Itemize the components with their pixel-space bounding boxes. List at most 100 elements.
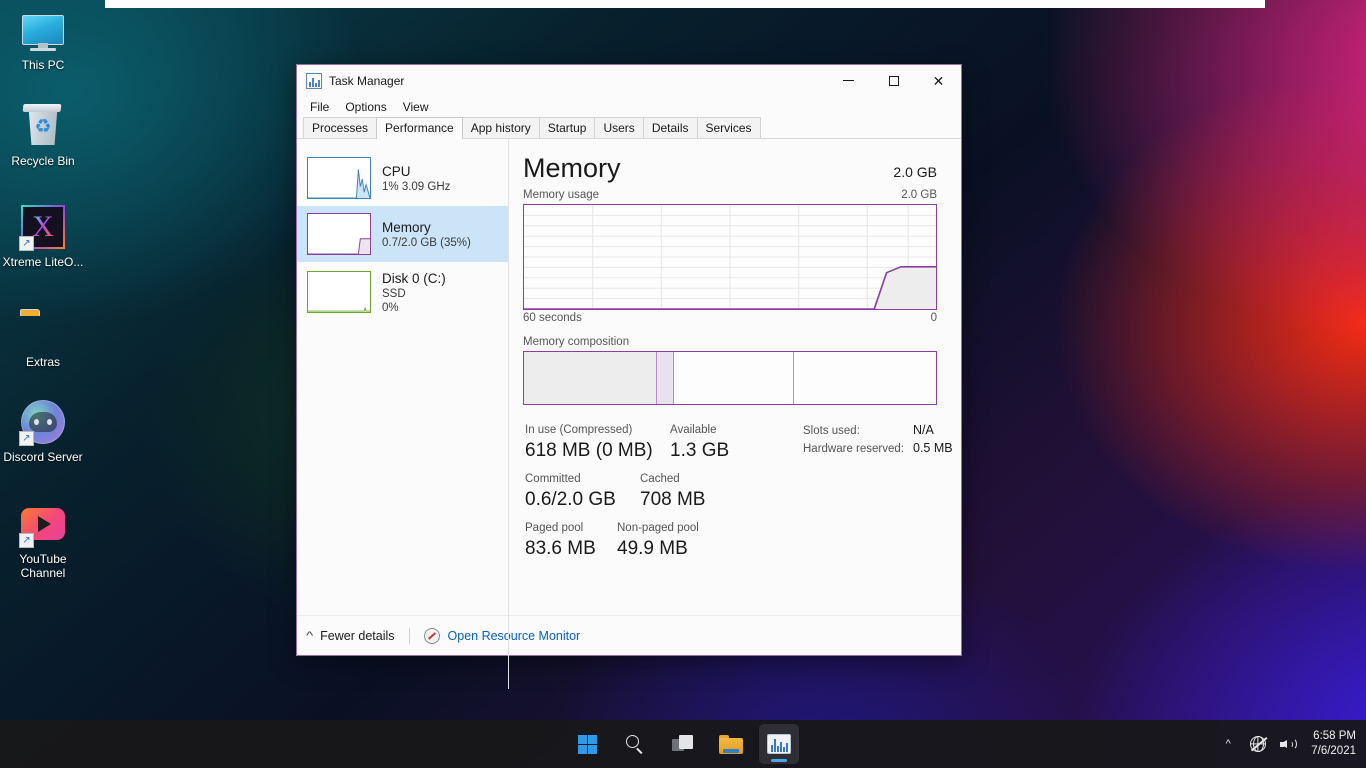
menu-bar[interactable]: File Options View [297, 96, 961, 117]
task-manager-window[interactable]: Task Manager ✕ File Options View Process… [296, 64, 962, 689]
desktop-icon-this-pc[interactable]: This PC [0, 6, 86, 72]
desktop-icon-label: Recycle Bin [11, 154, 75, 168]
desktop-icon-recycle-bin[interactable]: ♻ Recycle Bin [0, 102, 86, 168]
stat-value: 708 MB [640, 489, 706, 510]
start-button[interactable] [567, 724, 607, 764]
graph-caption-right: 2.0 GB [901, 189, 937, 201]
desktop-icon-label: Extras [25, 355, 60, 369]
memory-statistics: In use (Compressed) 618 MB (0 MB) Availa… [523, 423, 953, 561]
title-bar[interactable]: Task Manager ✕ [297, 65, 961, 96]
task-manager-icon [767, 734, 791, 754]
disk-thumbnail-graph [307, 271, 371, 313]
stat-non-paged-pool: Non-paged pool 49.9 MB [617, 521, 699, 561]
tab-services[interactable]: Services [696, 117, 761, 138]
file-explorer-button[interactable] [711, 724, 751, 764]
search-button[interactable] [615, 724, 655, 764]
stat-label: Paged pool [525, 522, 584, 534]
task-manager-icon [306, 72, 322, 89]
resource-monitor-icon [423, 627, 440, 644]
sidebar-item-title: Disk 0 (C:) [382, 270, 446, 286]
chevron-up-icon: ^ [1225, 738, 1231, 750]
xtreme-liteos-icon: X ↗ [19, 203, 67, 251]
task-view-icon [672, 735, 694, 753]
desktop-icon-xtreme-liteos[interactable]: X ↗ Xtreme LiteO... [0, 203, 86, 269]
network-disconnected-icon [1250, 736, 1268, 752]
recycle-bin-icon: ♻ [19, 102, 67, 150]
taskbar[interactable]: ^ 6:58 PM 7/6/2021 [0, 720, 1366, 768]
open-resource-monitor-link[interactable]: Open Resource Monitor [448, 629, 581, 643]
tab-processes[interactable]: Processes [303, 117, 378, 138]
slot-row-slots-used: Slots used: N/A [803, 423, 1013, 437]
tab-startup[interactable]: Startup [538, 117, 596, 138]
clock[interactable]: 6:58 PM 7/6/2021 [1311, 729, 1356, 759]
stat-label: Available [670, 424, 717, 436]
desktop-icon-label: YouTube Channel [19, 552, 67, 580]
task-view-button[interactable] [663, 724, 703, 764]
stat-label: Non-paged pool [617, 522, 699, 534]
tab-users[interactable]: Users [594, 117, 644, 138]
slot-value: 0.5 MB [913, 441, 953, 455]
memory-total: 2.0 GB [893, 164, 937, 180]
desktop-icon-label: Discord Server [3, 450, 83, 464]
page-title: Memory [523, 153, 621, 183]
graph-axis-right: 0 [930, 312, 937, 324]
desktop-icon-discord-server[interactable]: ↗ Discord Server [0, 398, 86, 464]
memory-thumbnail-graph [307, 213, 371, 255]
sidebar-item-subtitle-2: 0% [382, 301, 399, 314]
stat-cached: Cached 708 MB [640, 472, 705, 512]
memory-panel: Memory 2.0 GB Memory usage 2.0 GB 60 sec… [509, 139, 961, 615]
stat-committed: Committed 0.6/2.0 GB [525, 472, 640, 512]
menu-options[interactable]: Options [338, 98, 393, 116]
panel-divider [508, 519, 509, 689]
sidebar-item-title: CPU [382, 163, 411, 179]
tab-app-history[interactable]: App history [461, 117, 540, 138]
footer-bar: ^ Fewer details Open Resource Monitor [297, 615, 961, 655]
resource-list[interactable]: CPU 1% 3.09 GHz Memory 0.7/2.0 GB (35%) [297, 139, 509, 615]
close-button[interactable]: ✕ [916, 65, 961, 96]
system-tray[interactable]: ^ 6:58 PM 7/6/2021 [1213, 720, 1366, 768]
slot-row-hardware-reserved: Hardware reserved: 0.5 MB [803, 441, 1013, 455]
cpu-thumbnail-graph [307, 157, 371, 199]
desktop-icon-youtube-channel[interactable]: ↗ YouTube Channel [0, 500, 86, 580]
tab-strip[interactable]: Processes Performance App history Startu… [297, 117, 961, 139]
speaker-icon [1279, 737, 1297, 752]
network-button[interactable] [1243, 724, 1273, 764]
desktop-icon-extras[interactable]: Extras [0, 303, 86, 369]
computer-icon [19, 6, 67, 54]
fewer-details-button[interactable]: Fewer details [320, 629, 394, 643]
sidebar-item-subtitle: SSD [382, 287, 406, 300]
discord-icon: ↗ [19, 398, 67, 446]
stat-label: In use (Compressed) [525, 424, 633, 436]
slot-value: N/A [913, 423, 934, 437]
footer-divider [408, 627, 410, 644]
clock-time: 6:58 PM [1313, 730, 1356, 742]
sidebar-item-memory[interactable]: Memory 0.7/2.0 GB (35%) [297, 206, 508, 262]
maximize-button[interactable] [871, 65, 916, 96]
stat-value: 618 MB (0 MB) [525, 440, 653, 461]
stat-value: 0.6/2.0 GB [525, 489, 616, 510]
tab-details[interactable]: Details [642, 117, 698, 138]
memory-composition-bar [523, 351, 937, 405]
sidebar-item-disk-0[interactable]: Disk 0 (C:) SSD 0% [297, 262, 508, 322]
stat-row-2: Committed 0.6/2.0 GB Cached 708 MB [525, 472, 937, 512]
stat-label: Cached [640, 473, 680, 485]
shortcut-arrow-icon: ↗ [19, 431, 34, 446]
show-hidden-icons-button[interactable]: ^ [1213, 724, 1243, 764]
desktop-icon-label: Xtreme LiteO... [2, 255, 84, 269]
sidebar-item-subtitle: 1% 3.09 GHz [382, 180, 451, 193]
youtube-icon: ↗ [19, 500, 67, 548]
sidebar-item-cpu[interactable]: CPU 1% 3.09 GHz [297, 150, 508, 206]
volume-button[interactable] [1273, 724, 1303, 764]
task-manager-button[interactable] [759, 724, 799, 764]
memory-slots-info: Slots used: N/A Hardware reserved: 0.5 M… [803, 423, 1013, 459]
shortcut-arrow-icon: ↗ [19, 533, 34, 548]
stat-paged-pool: Paged pool 83.6 MB [525, 521, 617, 561]
minimize-button[interactable] [826, 65, 871, 96]
sidebar-item-title: Memory [382, 219, 431, 235]
tab-performance[interactable]: Performance [376, 117, 463, 139]
desktop[interactable]: This PC ♻ Recycle Bin X ↗ Xtreme LiteO..… [0, 0, 1366, 768]
search-icon [626, 735, 644, 755]
chevron-up-icon[interactable]: ^ [306, 630, 313, 642]
menu-view[interactable]: View [396, 98, 436, 116]
menu-file[interactable]: File [303, 98, 336, 116]
